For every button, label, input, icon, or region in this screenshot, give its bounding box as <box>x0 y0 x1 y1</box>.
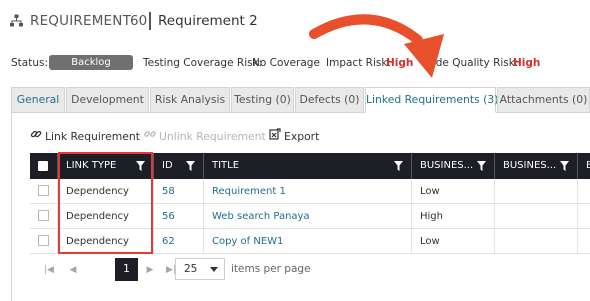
unlink-icon <box>144 131 156 137</box>
select-all-column <box>30 153 58 179</box>
tab-testing[interactable]: Testing (0) <box>231 87 294 113</box>
export-label: Export <box>284 130 320 143</box>
cell-business-2 <box>495 204 578 229</box>
unlink-requirement-button[interactable]: Unlink Requirement <box>144 128 266 143</box>
tab-risk-analysis[interactable]: Risk Analysis <box>150 87 230 113</box>
code-quality-risk-value: High <box>513 57 541 69</box>
cell-title[interactable]: Requirement 1 <box>204 179 412 204</box>
table-row[interactable]: Dependency 56 Web search Panaya High <box>30 204 590 229</box>
impact-risk-label: Impact Risk: <box>326 57 391 69</box>
tab-development[interactable]: Development <box>66 87 149 113</box>
column-title[interactable]: TITLE <box>204 153 412 179</box>
cell-business: High <box>412 204 495 229</box>
cell-id[interactable]: 62 <box>154 229 204 254</box>
filter-icon[interactable] <box>136 161 145 171</box>
column-overflow[interactable]: B <box>578 153 590 179</box>
tab-defects[interactable]: Defects (0) <box>295 87 364 113</box>
status-row: Status: Backlog Testing Coverage Risk: N… <box>0 55 590 73</box>
testing-risk-value: No Coverage <box>252 57 320 69</box>
row-checkbox[interactable] <box>38 235 49 246</box>
unlink-requirement-label: Unlink Requirement <box>159 130 266 143</box>
page-size-select[interactable]: 25 <box>175 258 225 280</box>
link-requirement-label: Link Requirement <box>45 130 140 143</box>
cell-business: Low <box>412 179 495 204</box>
column-business-1-label: BUSINES... <box>420 160 474 171</box>
prev-page-icon[interactable]: ◀ <box>62 259 84 281</box>
cell-link-type: Dependency <box>58 204 154 229</box>
column-business-2[interactable]: BUSINES... <box>495 153 578 179</box>
column-id[interactable]: ID <box>154 153 204 179</box>
column-business-2-label: BUSINES... <box>503 160 557 171</box>
cell-title[interactable]: Copy of NEW1 <box>204 229 412 254</box>
cell-id[interactable]: 56 <box>154 204 204 229</box>
export-icon <box>269 128 281 140</box>
filter-icon[interactable] <box>394 161 403 171</box>
page-size-value: 25 <box>184 263 198 275</box>
grid-header: LINK TYPE ID TITLE BUSINES... BUSINES...… <box>30 153 590 179</box>
pager: |◀ ◀ 1 ▶ ▶| 25 items per page <box>30 255 590 283</box>
column-link-type[interactable]: LINK TYPE <box>58 153 154 179</box>
row-select-cell <box>30 179 58 204</box>
tab-bar: General Development Risk Analysis Testin… <box>11 87 590 113</box>
current-page-button[interactable]: 1 <box>115 258 138 281</box>
tab-general[interactable]: General <box>11 87 65 113</box>
filter-icon[interactable] <box>186 161 195 171</box>
status-badge[interactable]: Backlog <box>49 55 133 70</box>
table-row[interactable]: Dependency 62 Copy of NEW1 Low <box>30 229 590 254</box>
hierarchy-icon <box>10 14 23 27</box>
link-requirement-button[interactable]: Link Requirement <box>30 128 140 143</box>
page-title: Requirement 2 <box>158 13 258 29</box>
export-button[interactable]: Export <box>269 128 319 143</box>
first-page-icon[interactable]: |◀ <box>38 259 60 281</box>
items-per-page-label: items per page <box>231 263 311 275</box>
tab-linked-requirements[interactable]: Linked Requirements (3) <box>365 87 498 113</box>
dropdown-arrow-icon <box>210 267 218 272</box>
row-checkbox[interactable] <box>38 210 49 221</box>
item-type-label: REQUIREMENT <box>30 13 132 29</box>
cell-id[interactable]: 58 <box>154 179 204 204</box>
column-id-label: ID <box>162 160 173 171</box>
filter-icon[interactable] <box>560 161 569 171</box>
row-checkbox[interactable] <box>38 185 49 196</box>
column-link-type-label: LINK TYPE <box>66 160 117 171</box>
cell-title[interactable]: Web search Panaya <box>204 204 412 229</box>
select-all-checkbox[interactable] <box>38 161 48 171</box>
next-page-icon[interactable]: ▶ <box>139 259 161 281</box>
cell-link-type: Dependency <box>58 229 154 254</box>
column-overflow-label: B <box>586 160 590 171</box>
page-header: REQUIREMENT 60 Requirement 2 <box>0 0 590 44</box>
status-label: Status: <box>11 57 48 69</box>
tab-attachments[interactable]: Attachments (0) <box>497 87 590 113</box>
testing-risk-label: Testing Coverage Risk: <box>143 57 263 69</box>
row-select-cell <box>30 204 58 229</box>
column-business-1[interactable]: BUSINES... <box>412 153 495 179</box>
code-quality-risk-label: Code Quality Risk: <box>422 57 519 69</box>
table-row[interactable]: Dependency 58 Requirement 1 Low <box>30 179 590 204</box>
filter-icon[interactable] <box>477 161 486 171</box>
row-select-cell <box>30 229 58 254</box>
cell-business: Low <box>412 229 495 254</box>
title-divider <box>149 12 151 30</box>
cell-business-2 <box>495 229 578 254</box>
impact-risk-value: High <box>386 57 414 69</box>
cell-link-type: Dependency <box>58 179 154 204</box>
item-id: 60 <box>130 13 148 29</box>
link-icon <box>30 130 42 138</box>
column-title-label: TITLE <box>212 160 240 171</box>
cell-business-2 <box>495 179 578 204</box>
